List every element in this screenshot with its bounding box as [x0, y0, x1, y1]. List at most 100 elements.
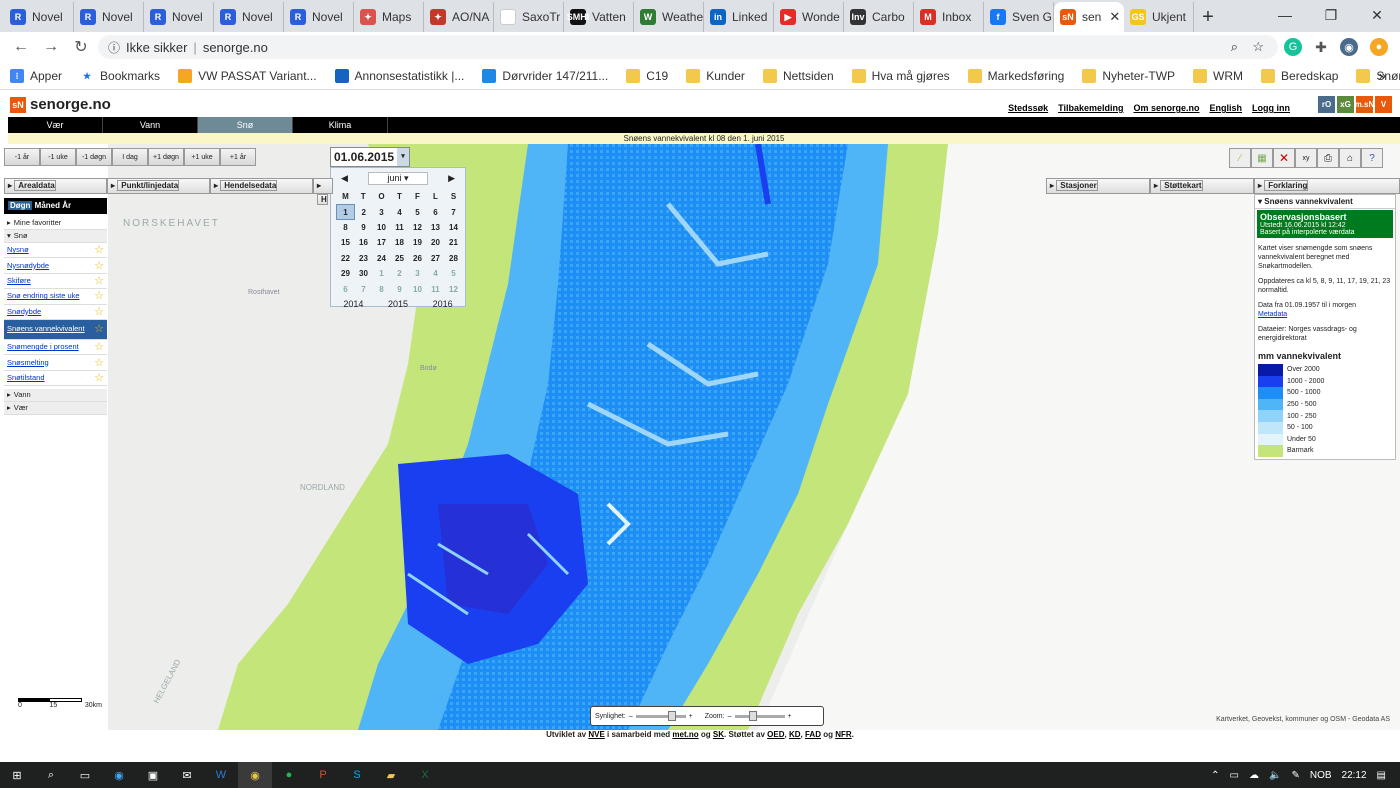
period-dogn[interactable]: Døgn — [8, 201, 33, 210]
tab-close-icon[interactable]: ✕ — [1109, 9, 1120, 25]
print-icon[interactable]: ⎙ — [1317, 148, 1339, 168]
bookmark-folder[interactable]: Nettsiden — [762, 68, 834, 83]
new-tab-button[interactable]: + — [1194, 2, 1222, 32]
calendar-day[interactable]: 27 — [427, 251, 445, 266]
sno-layer-item[interactable]: Snøtilstand ☆ — [4, 371, 107, 387]
calendar-day[interactable]: 5 — [409, 204, 427, 219]
calendar-day[interactable]: 15 — [337, 235, 355, 250]
calendar-day[interactable]: 16 — [355, 235, 373, 250]
minimize-icon[interactable]: — — [1262, 0, 1308, 30]
bookmark-folder[interactable]: C19 — [626, 68, 668, 83]
fad-link[interactable]: FAD — [805, 730, 821, 739]
kd-link[interactable]: KD — [789, 730, 801, 739]
browser-tab[interactable]: f Sven G — [984, 2, 1054, 32]
spotify-icon[interactable]: ● — [272, 762, 306, 788]
network-icon[interactable]: ☁ — [1249, 770, 1259, 781]
calendar-day[interactable]: 6 — [427, 204, 445, 219]
favorite-star-icon[interactable]: ☆ — [94, 260, 104, 272]
favorite-star-icon[interactable]: ☆ — [94, 275, 104, 287]
calendar-day[interactable]: 2 — [355, 204, 373, 219]
browser-tab[interactable]: ✦ Maps — [354, 2, 424, 32]
bookmark-folder[interactable]: Beredskap — [1261, 68, 1338, 83]
partner-logo[interactable]: m.sN — [1355, 96, 1374, 113]
section-vann[interactable]: ▸ Vann — [4, 389, 107, 403]
mail-icon[interactable]: ✉ — [170, 762, 204, 788]
calendar-day[interactable]: 26 — [409, 251, 427, 266]
bookmark-folder[interactable]: Kunder — [686, 68, 745, 83]
xy-icon[interactable]: xy — [1295, 148, 1317, 168]
bookmark-star[interactable]: ★ Bookmarks — [80, 69, 160, 83]
grammarly-icon[interactable]: G — [1284, 38, 1302, 56]
browser-tab[interactable]: ✦ AO/NA — [424, 2, 494, 32]
calendar-day[interactable]: 20 — [427, 235, 445, 250]
calendar-day[interactable]: 25 — [391, 251, 409, 266]
sno-layer-item[interactable]: Nysnø ☆ — [4, 243, 107, 259]
section-sno[interactable]: ▾ Snø — [4, 230, 107, 243]
sno-layer-item[interactable]: Snødybde ☆ — [4, 305, 107, 320]
nfr-link[interactable]: NFR — [835, 730, 851, 739]
calendar-day[interactable]: 24 — [373, 251, 391, 266]
clock[interactable]: 22:12 — [1342, 770, 1367, 781]
maximize-icon[interactable]: ❐ — [1308, 0, 1354, 30]
favorite-star-icon[interactable]: ☆ — [94, 357, 104, 369]
browser-tab[interactable]: SaxoTr — [494, 2, 564, 32]
top-link[interactable]: Logg inn — [1252, 103, 1290, 113]
skype-icon[interactable]: S — [340, 762, 374, 788]
section-vaer[interactable]: ▸ Vær — [4, 402, 107, 416]
calendar-day[interactable]: 23 — [355, 251, 373, 266]
browser-tab[interactable]: R Novel — [4, 2, 74, 32]
favorite-star-icon[interactable]: ☆ — [94, 341, 104, 353]
visibility-minus[interactable]: – — [629, 713, 633, 720]
bookmark-orange[interactable]: VW PASSAT Variant... — [178, 68, 317, 83]
zoom-plus[interactable]: + — [788, 713, 792, 720]
bookmark-folder[interactable]: Markedsføring — [967, 68, 1064, 83]
calendar-day[interactable]: 19 — [409, 235, 427, 250]
favorites-toggle[interactable]: ▸ Mine favoritter — [4, 217, 107, 230]
calendar-day[interactable]: 4 — [427, 266, 445, 281]
store-icon[interactable]: ▣ — [136, 762, 170, 788]
step-button[interactable]: -1 år — [4, 148, 40, 166]
zoom-slider[interactable] — [734, 710, 785, 721]
year-option[interactable]: 2016 — [433, 299, 453, 309]
sno-layer-item[interactable]: Snømengde i prosent ☆ — [4, 340, 107, 356]
browser-tab[interactable]: R Novel — [74, 2, 144, 32]
bookmarks-more-icon[interactable]: » — [1379, 68, 1386, 83]
calendar-day[interactable]: 3 — [373, 204, 391, 219]
step-button[interactable]: +1 uke — [184, 148, 220, 166]
explorer-icon[interactable]: ▰ — [374, 762, 408, 788]
date-dropdown-icon[interactable]: ▾ — [397, 148, 409, 166]
year-option[interactable]: 2015 — [388, 299, 408, 309]
calendar-day[interactable]: 21 — [445, 235, 463, 250]
calendar-day[interactable]: 12 — [445, 281, 463, 296]
bookmark-apps[interactable]: ⁝ Apper — [10, 68, 62, 83]
chrome-icon[interactable]: ◉ — [238, 762, 272, 788]
panel-tab[interactable]: ▸ Stasjoner — [1046, 178, 1150, 194]
oed-link[interactable]: OED — [767, 730, 784, 739]
panel-tab[interactable]: ▸ H — [313, 178, 333, 205]
help-icon[interactable]: ? — [1361, 148, 1383, 168]
task-view-icon[interactable]: ▭ — [68, 762, 102, 788]
top-link[interactable]: Tilbakemelding — [1058, 103, 1123, 113]
calendar-day[interactable]: 11 — [427, 281, 445, 296]
word-icon[interactable]: W — [204, 762, 238, 788]
nav-tab[interactable]: Klima — [293, 117, 388, 133]
calendar-day[interactable]: 11 — [391, 220, 409, 235]
zoom-icon[interactable]: ⌕ — [1231, 39, 1238, 55]
step-button[interactable]: +1 år — [220, 148, 256, 166]
panel-tab[interactable]: ▸ Hendelsedata — [210, 178, 313, 194]
notification-icon[interactable]: ▤ — [1377, 770, 1386, 781]
forward-icon[interactable]: → — [36, 38, 66, 56]
tray-chevron-icon[interactable]: ⌃ — [1211, 770, 1219, 781]
browser-tab[interactable]: sN sen ✕ — [1054, 2, 1124, 32]
browser-tab[interactable]: GS Ukjent — [1124, 2, 1194, 32]
favorite-star-icon[interactable]: ☆ — [94, 372, 104, 384]
calendar-day[interactable]: 10 — [373, 220, 391, 235]
panel-tab[interactable]: ▸ Punkt/linjedata — [107, 178, 210, 194]
snow-map[interactable]: NORSKEHAVET NORDLAND HELGELAND Bodø Rost… — [108, 144, 1400, 730]
browser-tab[interactable]: R Novel — [284, 2, 354, 32]
favorite-star-icon[interactable]: ☆ — [94, 290, 104, 302]
calendar-day[interactable]: 7 — [355, 281, 373, 296]
browser-tab[interactable]: W Weathe — [634, 2, 704, 32]
calendar-day[interactable]: 5 — [445, 266, 463, 281]
year-option[interactable]: 2014 — [343, 299, 363, 309]
